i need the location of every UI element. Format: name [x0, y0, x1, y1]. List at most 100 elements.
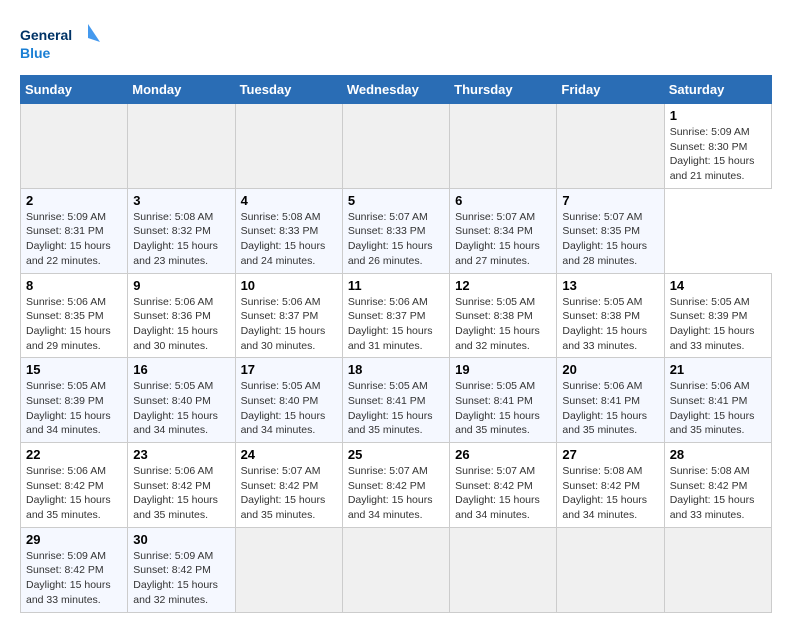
day-number: 24 — [241, 447, 337, 462]
weekday-header: Wednesday — [342, 76, 449, 104]
calendar-cell — [557, 527, 664, 612]
calendar-cell: 11 Sunrise: 5:06 AM Sunset: 8:37 PM Dayl… — [342, 273, 449, 358]
cell-sunset: Sunset: 8:41 PM — [562, 395, 640, 407]
cell-sunset: Sunset: 8:42 PM — [133, 564, 211, 576]
cell-sunset: Sunset: 8:41 PM — [670, 395, 748, 407]
calendar-cell: 9 Sunrise: 5:06 AM Sunset: 8:36 PM Dayli… — [128, 273, 235, 358]
weekday-header: Thursday — [450, 76, 557, 104]
weekday-header: Monday — [128, 76, 235, 104]
calendar-week-row: 8 Sunrise: 5:06 AM Sunset: 8:35 PM Dayli… — [21, 273, 772, 358]
cell-sunrise: Sunrise: 5:06 AM — [241, 296, 321, 308]
calendar-cell: 29 Sunrise: 5:09 AM Sunset: 8:42 PM Dayl… — [21, 527, 128, 612]
cell-daylight: Daylight: 15 hours and 34 minutes. — [455, 494, 540, 521]
cell-sunrise: Sunrise: 5:06 AM — [26, 465, 106, 477]
calendar-cell: 10 Sunrise: 5:06 AM Sunset: 8:37 PM Dayl… — [235, 273, 342, 358]
cell-daylight: Daylight: 15 hours and 23 minutes. — [133, 240, 218, 267]
calendar-cell: 30 Sunrise: 5:09 AM Sunset: 8:42 PM Dayl… — [128, 527, 235, 612]
day-number: 28 — [670, 447, 766, 462]
calendar-cell — [128, 104, 235, 189]
calendar-cell: 7 Sunrise: 5:07 AM Sunset: 8:35 PM Dayli… — [557, 188, 664, 273]
cell-daylight: Daylight: 15 hours and 34 minutes. — [562, 494, 647, 521]
calendar-cell: 25 Sunrise: 5:07 AM Sunset: 8:42 PM Dayl… — [342, 443, 449, 528]
weekday-header: Tuesday — [235, 76, 342, 104]
weekday-header: Friday — [557, 76, 664, 104]
calendar-cell: 8 Sunrise: 5:06 AM Sunset: 8:35 PM Dayli… — [21, 273, 128, 358]
weekday-header: Sunday — [21, 76, 128, 104]
cell-sunset: Sunset: 8:39 PM — [670, 310, 748, 322]
day-number: 19 — [455, 362, 551, 377]
day-number: 17 — [241, 362, 337, 377]
cell-sunrise: Sunrise: 5:08 AM — [562, 465, 642, 477]
day-number: 27 — [562, 447, 658, 462]
cell-sunset: Sunset: 8:34 PM — [455, 225, 533, 237]
cell-sunrise: Sunrise: 5:07 AM — [348, 465, 428, 477]
calendar-cell — [342, 104, 449, 189]
day-number: 9 — [133, 278, 229, 293]
calendar-cell: 12 Sunrise: 5:05 AM Sunset: 8:38 PM Dayl… — [450, 273, 557, 358]
cell-sunrise: Sunrise: 5:09 AM — [26, 211, 106, 223]
cell-sunset: Sunset: 8:42 PM — [348, 480, 426, 492]
calendar-cell: 1 Sunrise: 5:09 AM Sunset: 8:30 PM Dayli… — [664, 104, 771, 189]
calendar-cell: 14 Sunrise: 5:05 AM Sunset: 8:39 PM Dayl… — [664, 273, 771, 358]
day-number: 25 — [348, 447, 444, 462]
cell-sunrise: Sunrise: 5:05 AM — [455, 296, 535, 308]
cell-sunset: Sunset: 8:40 PM — [241, 395, 319, 407]
day-number: 15 — [26, 362, 122, 377]
calendar-week-row: 22 Sunrise: 5:06 AM Sunset: 8:42 PM Dayl… — [21, 443, 772, 528]
calendar-week-row: 15 Sunrise: 5:05 AM Sunset: 8:39 PM Dayl… — [21, 358, 772, 443]
calendar-week-row: 1 Sunrise: 5:09 AM Sunset: 8:30 PM Dayli… — [21, 104, 772, 189]
day-number: 18 — [348, 362, 444, 377]
day-number: 10 — [241, 278, 337, 293]
day-number: 4 — [241, 193, 337, 208]
cell-sunset: Sunset: 8:42 PM — [455, 480, 533, 492]
calendar-cell: 6 Sunrise: 5:07 AM Sunset: 8:34 PM Dayli… — [450, 188, 557, 273]
cell-daylight: Daylight: 15 hours and 22 minutes. — [26, 240, 111, 267]
cell-daylight: Daylight: 15 hours and 31 minutes. — [348, 325, 433, 352]
cell-daylight: Daylight: 15 hours and 35 minutes. — [348, 410, 433, 437]
cell-sunset: Sunset: 8:37 PM — [241, 310, 319, 322]
cell-daylight: Daylight: 15 hours and 32 minutes. — [455, 325, 540, 352]
cell-sunrise: Sunrise: 5:06 AM — [133, 296, 213, 308]
cell-sunrise: Sunrise: 5:09 AM — [133, 550, 213, 562]
calendar-cell — [342, 527, 449, 612]
cell-sunset: Sunset: 8:41 PM — [455, 395, 533, 407]
cell-sunset: Sunset: 8:42 PM — [670, 480, 748, 492]
day-number: 7 — [562, 193, 658, 208]
cell-daylight: Daylight: 15 hours and 35 minutes. — [455, 410, 540, 437]
day-number: 2 — [26, 193, 122, 208]
cell-daylight: Daylight: 15 hours and 33 minutes. — [670, 494, 755, 521]
day-number: 6 — [455, 193, 551, 208]
cell-daylight: Daylight: 15 hours and 24 minutes. — [241, 240, 326, 267]
cell-daylight: Daylight: 15 hours and 34 minutes. — [26, 410, 111, 437]
calendar-cell: 18 Sunrise: 5:05 AM Sunset: 8:41 PM Dayl… — [342, 358, 449, 443]
calendar-cell — [450, 527, 557, 612]
day-number: 20 — [562, 362, 658, 377]
calendar-cell: 17 Sunrise: 5:05 AM Sunset: 8:40 PM Dayl… — [235, 358, 342, 443]
day-number: 30 — [133, 532, 229, 547]
cell-daylight: Daylight: 15 hours and 34 minutes. — [241, 410, 326, 437]
cell-sunset: Sunset: 8:41 PM — [348, 395, 426, 407]
cell-sunset: Sunset: 8:42 PM — [562, 480, 640, 492]
calendar-cell: 27 Sunrise: 5:08 AM Sunset: 8:42 PM Dayl… — [557, 443, 664, 528]
cell-sunrise: Sunrise: 5:06 AM — [348, 296, 428, 308]
calendar-cell: 15 Sunrise: 5:05 AM Sunset: 8:39 PM Dayl… — [21, 358, 128, 443]
cell-daylight: Daylight: 15 hours and 21 minutes. — [670, 155, 755, 182]
cell-sunset: Sunset: 8:33 PM — [241, 225, 319, 237]
cell-daylight: Daylight: 15 hours and 27 minutes. — [455, 240, 540, 267]
cell-sunset: Sunset: 8:32 PM — [133, 225, 211, 237]
cell-daylight: Daylight: 15 hours and 33 minutes. — [670, 325, 755, 352]
cell-daylight: Daylight: 15 hours and 34 minutes. — [348, 494, 433, 521]
calendar-cell: 26 Sunrise: 5:07 AM Sunset: 8:42 PM Dayl… — [450, 443, 557, 528]
calendar-header-row: SundayMondayTuesdayWednesdayThursdayFrid… — [21, 76, 772, 104]
calendar-cell — [557, 104, 664, 189]
calendar-cell: 19 Sunrise: 5:05 AM Sunset: 8:41 PM Dayl… — [450, 358, 557, 443]
cell-sunrise: Sunrise: 5:05 AM — [562, 296, 642, 308]
day-number: 22 — [26, 447, 122, 462]
cell-sunrise: Sunrise: 5:05 AM — [133, 380, 213, 392]
cell-sunset: Sunset: 8:38 PM — [455, 310, 533, 322]
cell-sunset: Sunset: 8:31 PM — [26, 225, 104, 237]
calendar-cell — [664, 527, 771, 612]
cell-sunset: Sunset: 8:39 PM — [26, 395, 104, 407]
cell-daylight: Daylight: 15 hours and 34 minutes. — [133, 410, 218, 437]
calendar-cell — [235, 104, 342, 189]
